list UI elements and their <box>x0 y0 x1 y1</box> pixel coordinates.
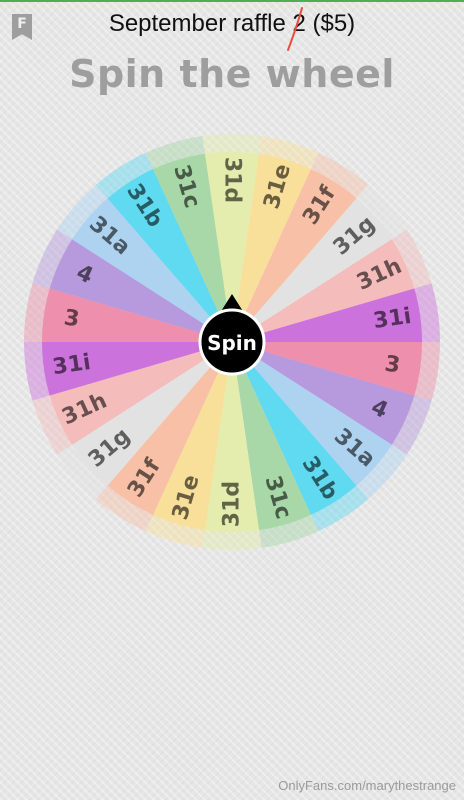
spin-the-wheel-heading: Spin the wheel <box>69 52 395 96</box>
wheel-segment-label: 31d <box>220 481 245 527</box>
spin-button-label[interactable]: Spin <box>207 331 257 355</box>
watermark-text: OnlyFans.com/marythestrange <box>278 778 456 793</box>
wheel-segment-label: 31d <box>220 157 245 203</box>
page-title: September raffle 2 ($5) <box>108 10 356 37</box>
top-accent-line <box>0 0 464 2</box>
strike-mark <box>287 7 303 51</box>
prize-wheel[interactable]: 31d 31e 31f31g31h31i3431a31b31c31d31e31f31… <box>22 132 442 552</box>
